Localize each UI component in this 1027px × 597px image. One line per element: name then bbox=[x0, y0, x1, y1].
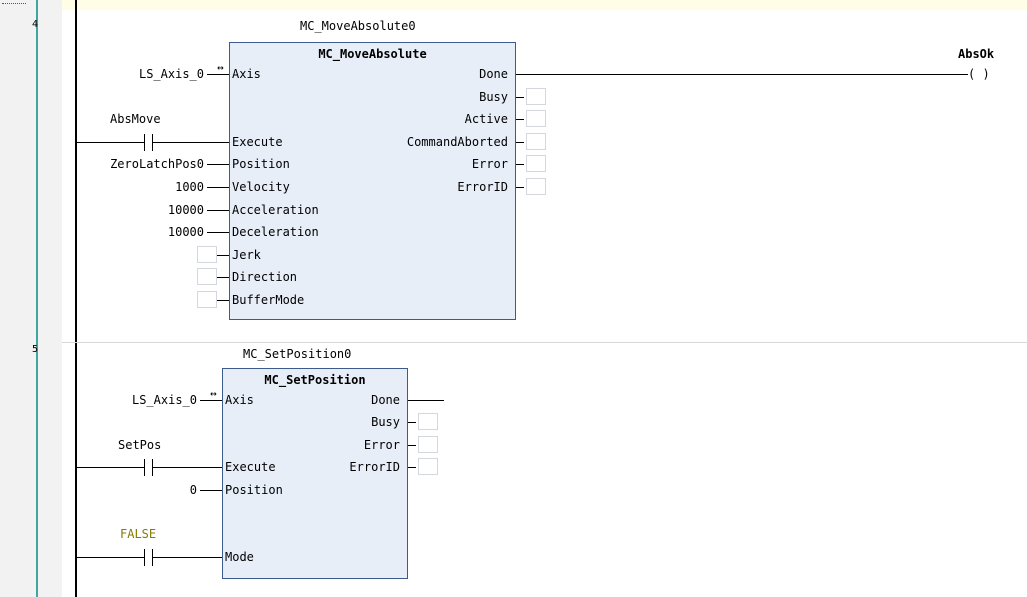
wire bbox=[207, 232, 229, 233]
empty-output-error[interactable] bbox=[418, 436, 438, 453]
wire bbox=[77, 467, 145, 468]
wire bbox=[516, 97, 524, 98]
left-power-rail bbox=[75, 0, 77, 597]
empty-output-errorid[interactable] bbox=[526, 178, 546, 195]
coil-label-absok[interactable]: AbsOk bbox=[958, 47, 994, 61]
wire bbox=[217, 300, 229, 301]
wire bbox=[516, 74, 968, 75]
pin-error: Error bbox=[471, 157, 508, 171]
rung-separator bbox=[62, 342, 1027, 343]
empty-input-jerk[interactable] bbox=[197, 246, 217, 263]
pin-axis: Axis bbox=[232, 67, 261, 81]
var-position[interactable]: 0 bbox=[150, 483, 197, 497]
contact-label-absmove[interactable]: AbsMove bbox=[110, 112, 161, 126]
gutter-divider bbox=[36, 0, 38, 597]
wire bbox=[217, 255, 229, 256]
pin-done: Done bbox=[371, 393, 400, 407]
pin-acceleration: Acceleration bbox=[232, 203, 319, 217]
empty-input-buffermode[interactable] bbox=[197, 291, 217, 308]
pin-errorid: ErrorID bbox=[457, 180, 508, 194]
pin-deceleration: Deceleration bbox=[232, 225, 319, 239]
wire bbox=[516, 142, 524, 143]
var-zerolatchpos0[interactable]: ZeroLatchPos0 bbox=[60, 157, 204, 171]
pin-position: Position bbox=[232, 157, 290, 171]
wire bbox=[152, 467, 222, 468]
pin-buffermode: BufferMode bbox=[232, 293, 305, 307]
pin-execute: Execute bbox=[232, 135, 283, 149]
empty-output-busy[interactable] bbox=[526, 88, 546, 105]
contact-absmove-icon[interactable] bbox=[144, 134, 145, 151]
wire bbox=[152, 557, 222, 558]
wire bbox=[516, 164, 524, 165]
wire bbox=[207, 164, 229, 165]
pin-velocity: Velocity bbox=[232, 180, 290, 194]
block-type-label: MC_SetPosition bbox=[264, 373, 366, 387]
pin-busy: Busy bbox=[371, 415, 400, 429]
wire bbox=[152, 142, 229, 143]
pin-jerk: Jerk bbox=[232, 248, 261, 262]
contact-label-false[interactable]: FALSE bbox=[120, 527, 156, 541]
empty-output-errorid[interactable] bbox=[418, 458, 438, 475]
wire bbox=[207, 74, 229, 75]
wire bbox=[408, 422, 416, 423]
wire bbox=[200, 490, 222, 491]
empty-output-active[interactable] bbox=[526, 110, 546, 127]
pin-done: Done bbox=[479, 67, 508, 81]
wire bbox=[207, 210, 229, 211]
rung-number: 5 bbox=[32, 344, 39, 355]
collapse-marker bbox=[2, 0, 26, 4]
inout-arrow-icon: ↔ bbox=[217, 61, 224, 74]
var-ls-axis-0[interactable]: LS_Axis_0 bbox=[90, 393, 197, 407]
wire bbox=[516, 119, 524, 120]
previous-rung-band bbox=[62, 0, 1027, 10]
pin-busy: Busy bbox=[479, 90, 508, 104]
wire bbox=[408, 467, 416, 468]
contact-false-icon[interactable] bbox=[144, 549, 145, 566]
rung-number: 4 bbox=[32, 19, 39, 30]
pin-error: Error bbox=[363, 438, 400, 452]
empty-output-error[interactable] bbox=[526, 155, 546, 172]
pin-execute: Execute bbox=[225, 460, 276, 474]
empty-input-direction[interactable] bbox=[197, 268, 217, 285]
wire bbox=[408, 445, 416, 446]
wire bbox=[217, 277, 229, 278]
contact-setpos-icon[interactable] bbox=[144, 459, 145, 476]
wire bbox=[207, 187, 229, 188]
var-deceleration[interactable]: 10000 bbox=[120, 225, 204, 239]
wire bbox=[516, 187, 524, 188]
instance-name[interactable]: MC_MoveAbsolute0 bbox=[300, 19, 416, 33]
wire bbox=[77, 142, 145, 143]
empty-output-commandaborted[interactable] bbox=[526, 133, 546, 150]
var-velocity[interactable]: 1000 bbox=[120, 180, 204, 194]
wire bbox=[200, 400, 222, 401]
inout-arrow-icon: ↔ bbox=[210, 387, 217, 400]
block-type-label: MC_MoveAbsolute bbox=[318, 47, 427, 61]
empty-output-busy[interactable] bbox=[418, 413, 438, 430]
pin-mode: Mode bbox=[225, 550, 254, 564]
pin-commandaborted: CommandAborted bbox=[406, 135, 508, 149]
wire bbox=[77, 557, 145, 558]
pin-errorid: ErrorID bbox=[349, 460, 400, 474]
pin-active: Active bbox=[464, 112, 508, 126]
instance-name[interactable]: MC_SetPosition0 bbox=[243, 347, 351, 361]
pin-direction: Direction bbox=[232, 270, 298, 284]
line-number-gutter bbox=[0, 0, 62, 597]
contact-label-setpos[interactable]: SetPos bbox=[118, 438, 161, 452]
pin-axis: Axis bbox=[225, 393, 254, 407]
var-ls-axis-0[interactable]: LS_Axis_0 bbox=[90, 67, 204, 81]
pin-position: Position bbox=[225, 483, 283, 497]
coil-absok-icon[interactable]: ( ) bbox=[968, 67, 990, 81]
wire bbox=[408, 400, 444, 401]
var-acceleration[interactable]: 10000 bbox=[120, 203, 204, 217]
